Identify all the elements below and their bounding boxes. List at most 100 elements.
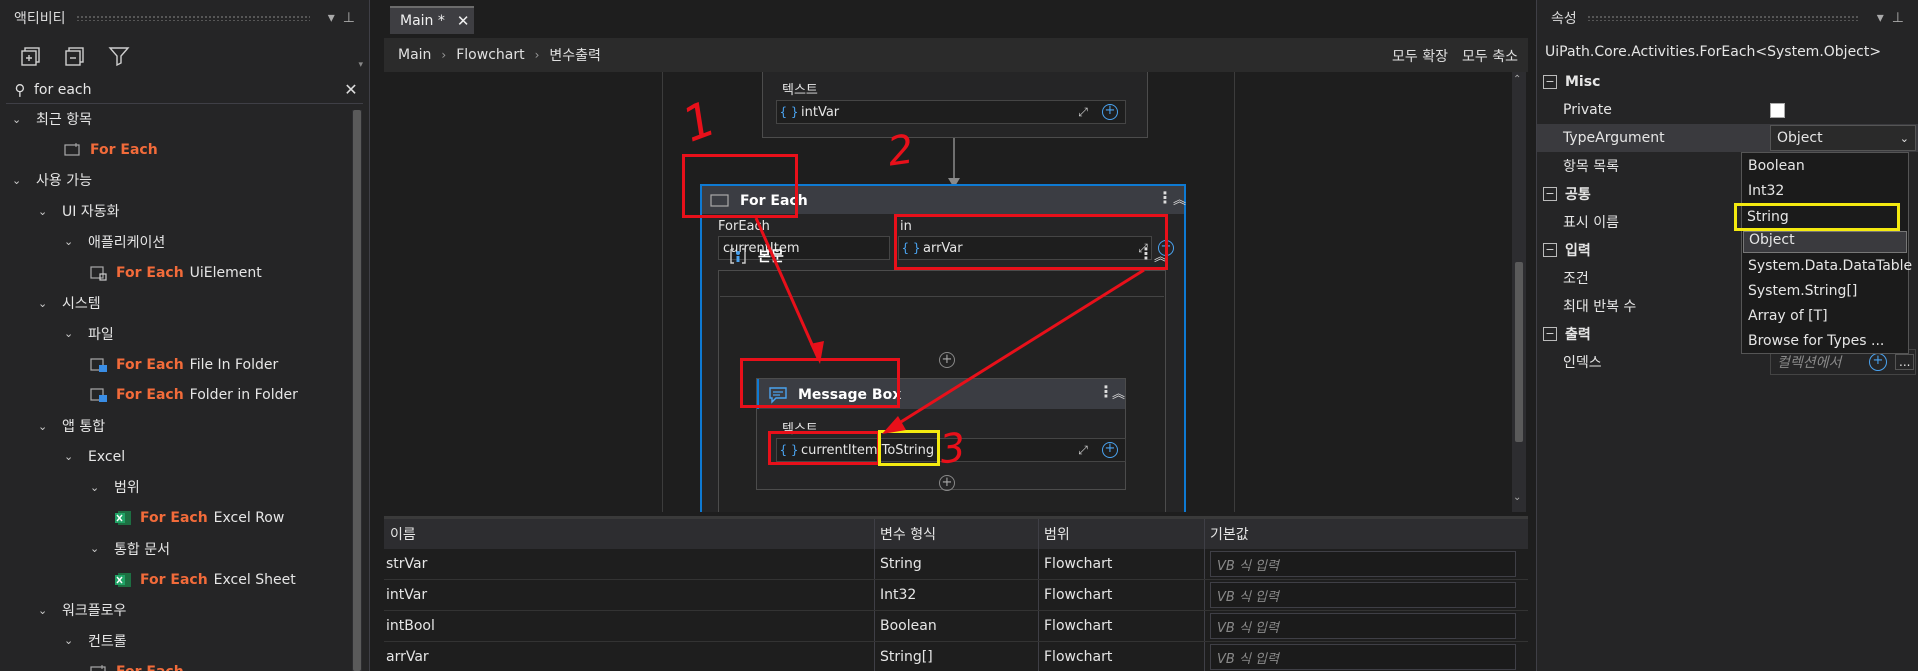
tree-item-activity[interactable]: For Each Folder in Folder	[90, 380, 298, 410]
collapse-icon[interactable]: ︽	[1112, 383, 1125, 402]
tree-item-category[interactable]: ⌄ 컨트롤	[64, 626, 127, 656]
scroll-up-icon[interactable]: ⌃	[1513, 74, 1521, 85]
chevron-down-icon[interactable]: ⌄	[64, 235, 78, 248]
clear-search-icon[interactable]: ✕	[339, 80, 363, 99]
panel-grip[interactable]	[1586, 15, 1859, 21]
chevron-down-icon[interactable]: ⌄	[64, 450, 78, 463]
column-name[interactable]: 이름	[390, 519, 416, 549]
tree-item-activity[interactable]: For Each UiElement	[90, 258, 262, 288]
tree-item-category[interactable]: ⌄ 애플리케이션	[64, 227, 165, 257]
chevron-down-icon[interactable]: ⌄	[12, 113, 26, 126]
variable-scope[interactable]: Flowchart	[1044, 642, 1112, 671]
expand-all-link[interactable]: 모두 확장	[1392, 46, 1448, 66]
add-activity-icon[interactable]: +	[939, 352, 955, 368]
panel-grip[interactable]	[75, 15, 310, 21]
variable-name[interactable]: intBool	[386, 611, 435, 641]
dropdown-option[interactable]: Array of [T]	[1748, 308, 1828, 324]
collapse-category-icon[interactable]: −	[1543, 75, 1557, 89]
pin-icon[interactable]: ⊥	[1892, 10, 1904, 26]
collapse-all-icon[interactable]	[64, 45, 86, 67]
add-activity-icon[interactable]: +	[939, 475, 955, 491]
collapse-all-link[interactable]: 모두 축소	[1462, 46, 1518, 66]
breadcrumb-item-current[interactable]: 변수출력	[549, 45, 601, 65]
tree-item-category[interactable]: ⌄ UI 자동화	[38, 196, 119, 226]
tree-item-category[interactable]: ⌄ Excel	[64, 442, 125, 472]
dropdown-icon[interactable]: ▾	[328, 10, 335, 26]
collapse-icon[interactable]: ︽	[1173, 189, 1186, 208]
canvas-scroll-thumb[interactable]	[1515, 262, 1523, 442]
tab-main[interactable]: Main * ✕	[390, 6, 474, 34]
variable-scope[interactable]: Flowchart	[1044, 611, 1112, 641]
variable-default-input[interactable]: VB 식 입력	[1210, 644, 1516, 670]
property-row[interactable]: Private	[1537, 96, 1918, 124]
index-input[interactable]: 컬렉션에서	[1771, 352, 1867, 372]
column-scope[interactable]: 범위	[1044, 519, 1070, 549]
add-plus-icon[interactable]: +	[1102, 442, 1118, 458]
chevron-down-icon[interactable]: ⌄	[64, 634, 78, 647]
chevron-down-icon[interactable]: ⌄	[38, 205, 52, 218]
tree-item-activity[interactable]: For Each Excel Sheet	[114, 565, 296, 595]
expand-all-icon[interactable]	[20, 45, 42, 67]
variable-type[interactable]: String	[880, 549, 922, 579]
text-value-field[interactable]: { } intVar	[776, 100, 1126, 124]
tree-item-activity[interactable]: For Each Excel Row	[114, 503, 284, 533]
tree-item-category[interactable]: ⌄ 사용 가능	[12, 165, 92, 195]
variable-type[interactable]: Int32	[880, 580, 916, 610]
chevron-down-icon[interactable]: ⌄	[12, 174, 26, 187]
pin-icon[interactable]: ⊥	[343, 10, 355, 26]
scroll-down-icon[interactable]: ⌄	[1513, 492, 1521, 503]
add-plus-icon[interactable]: +	[1869, 353, 1887, 371]
tree-item-category[interactable]: ⌄ 최근 항목	[12, 104, 92, 134]
tree-item-category[interactable]: ⌄ 워크플로우	[38, 595, 126, 625]
tree-item-category[interactable]: ⌄ 시스템	[38, 288, 101, 318]
chevron-down-icon[interactable]: ⌄	[90, 481, 104, 494]
expand-editor-icon[interactable]: ⤢	[1076, 105, 1090, 119]
more-options-icon[interactable]: ⋮	[1157, 188, 1173, 207]
tree-item-category[interactable]: ⌄ 앱 통합	[38, 411, 105, 441]
collapse-category-icon[interactable]: −	[1543, 187, 1557, 201]
breadcrumb-item-flowchart[interactable]: Flowchart	[456, 47, 524, 63]
dropdown-option[interactable]: Object	[1743, 231, 1907, 253]
activities-scroll-thumb[interactable]	[353, 110, 361, 671]
variable-type[interactable]: String[]	[880, 642, 933, 671]
collapse-category-icon[interactable]: −	[1543, 243, 1557, 257]
workflow-canvas[interactable]: 텍스트 { } intVar ⤢ + For Each ⋮ ︽ ForEach …	[384, 72, 1528, 512]
private-checkbox[interactable]	[1770, 102, 1785, 118]
variable-name[interactable]: intVar	[386, 580, 427, 610]
dropdown-option[interactable]: String	[1734, 203, 1900, 231]
chevron-down-icon[interactable]: ⌄	[38, 297, 52, 310]
type-argument-dropdown[interactable]: Boolean Int32 String Object System.Data.Data…	[1734, 152, 1912, 354]
tree-item-category[interactable]: ⌄ 통합 문서	[90, 534, 170, 564]
chevron-down-icon[interactable]: ⌄	[90, 542, 104, 555]
variable-scope[interactable]: Flowchart	[1044, 549, 1112, 579]
variable-name[interactable]: arrVar	[386, 642, 429, 671]
property-category[interactable]: − Misc	[1537, 68, 1918, 96]
chevron-down-icon[interactable]: ⌄	[64, 327, 78, 340]
filter-icon[interactable]	[108, 45, 130, 67]
variable-default-input[interactable]: VB 식 입력	[1210, 613, 1516, 639]
dropdown-icon[interactable]: ▾	[1877, 10, 1884, 26]
search-input[interactable]	[34, 81, 339, 98]
column-default[interactable]: 기본값	[1210, 519, 1249, 549]
variable-default-input[interactable]: VB 식 입력	[1210, 551, 1516, 577]
canvas-scrollbar[interactable]: ⌃ ⌄	[1512, 72, 1526, 512]
tree-item-category[interactable]: ⌄ 파일	[64, 319, 114, 349]
chevron-down-icon[interactable]: ⌄	[38, 420, 52, 433]
collapse-category-icon[interactable]: −	[1543, 327, 1557, 341]
dropdown-option[interactable]: Browse for Types ...	[1748, 333, 1884, 349]
toolbar-overflow-icon[interactable]: ▾	[358, 60, 363, 70]
activities-scrollbar[interactable]	[352, 110, 362, 671]
type-argument-select[interactable]: Object ⌄	[1770, 125, 1916, 151]
breadcrumb-item-main[interactable]: Main	[398, 47, 431, 63]
variable-scope[interactable]: Flowchart	[1044, 580, 1112, 610]
chevron-down-icon[interactable]: ⌄	[1900, 132, 1909, 145]
chevron-down-icon[interactable]: ⌄	[38, 604, 52, 617]
close-icon[interactable]: ✕	[457, 12, 470, 30]
dropdown-option[interactable]: Boolean	[1748, 158, 1805, 174]
variable-default-input[interactable]: VB 식 입력	[1210, 582, 1516, 608]
expand-editor-icon[interactable]: ⤢	[1076, 443, 1090, 457]
tree-item-activity[interactable]: For Each	[64, 135, 164, 165]
tree-item-category[interactable]: ⌄ 범위	[90, 472, 140, 502]
dropdown-option[interactable]: System.String[]	[1748, 283, 1857, 299]
dropdown-option[interactable]: System.Data.DataTable	[1748, 258, 1912, 274]
